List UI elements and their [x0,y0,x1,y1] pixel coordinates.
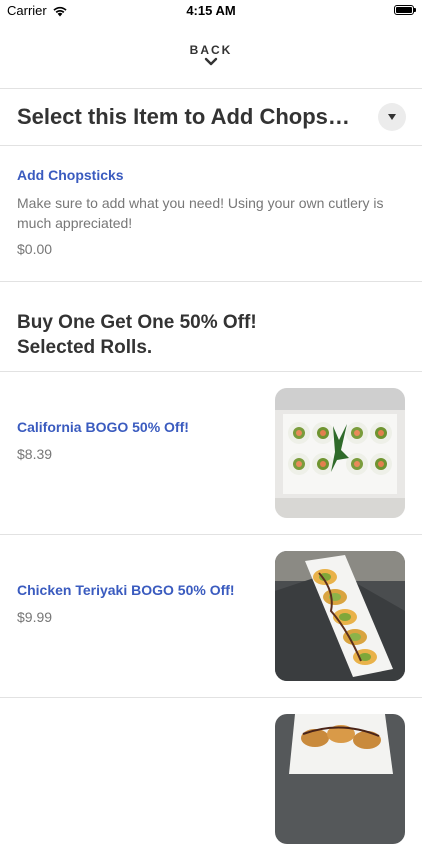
menu-item-partial[interactable] [0,697,422,860]
menu-item-chicken-teriyaki[interactable]: Chicken Teriyaki BOGO 50% Off! $9.99 [0,534,422,697]
promo-header: Buy One Get One 50% Off! Selected Rolls. [17,310,397,360]
promo-line-1: Buy One Get One 50% Off! [17,312,257,333]
promo-line-2: Selected Rolls. [17,337,153,358]
menu-item-california[interactable]: California BOGO 50% Off! $8.39 [0,371,422,534]
chicken-teriyaki-roll-photo [275,551,405,681]
back-button[interactable]: BACK [0,40,422,80]
item-name: Add Chopsticks [17,167,124,183]
section-title: Select this Item to Add Chops… [17,104,350,129]
item-name: California BOGO 50% Off! [17,419,189,435]
status-bar: Carrier 4:15 AM [0,0,422,22]
section-header: Select this Item to Add Chops… [0,89,422,145]
status-time: 4:15 AM [186,3,236,18]
item-price: $9.99 [17,609,53,625]
item-price: $8.39 [17,446,53,462]
battery-icon [394,5,416,15]
california-roll-photo [275,388,405,518]
back-label: BACK [189,43,233,57]
item-price: $0.00 [17,241,53,257]
chevron-down-icon [204,57,218,66]
item-name: Chicken Teriyaki BOGO 50% Off! [17,582,235,598]
sushi-roll-photo [275,714,405,844]
divider [0,281,422,282]
dropdown-button[interactable] [378,103,406,131]
battery-fill [396,7,412,13]
chopsticks-item[interactable]: Add Chopsticks Make sure to add what you… [0,146,422,281]
item-description: Make sure to add what you need! Using yo… [17,195,384,231]
caret-down-icon [388,114,396,120]
